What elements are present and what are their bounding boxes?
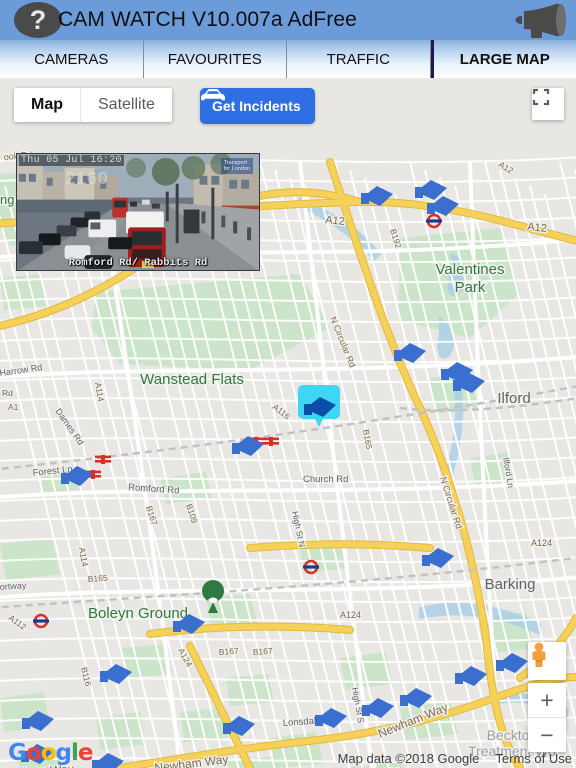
camera-thumbnail[interactable]: Transport for London Thu 05 Jul 16:20 21…	[16, 153, 260, 271]
map-road-label: A124	[340, 610, 361, 620]
map-canvas[interactable]: ook Rdng ForestA113A12A12A12A12B192N Cir…	[0, 78, 576, 768]
map-data-text: Map data ©2018 Google	[337, 751, 480, 766]
tab-bar: CAMERAS FAVOURITES TRAFFIC LARGE MAP	[0, 40, 576, 78]
google-logo: Google	[8, 740, 93, 766]
zoom-in-button[interactable]: +	[528, 683, 566, 717]
map-road-label: B167	[252, 646, 273, 657]
map-road-label: A12	[325, 214, 346, 228]
zoom-control: + −	[528, 683, 566, 752]
tab-large-map[interactable]: LARGE MAP	[430, 40, 576, 78]
camera-timestamp: Thu 05 Jul 16:20	[19, 155, 124, 166]
map-road-label: ortway	[0, 580, 27, 592]
terms-of-use-link[interactable]: Terms of Use	[495, 751, 572, 766]
map-place-label: Wanstead Flats	[140, 371, 244, 388]
tab-favourites[interactable]: FAVOURITES	[143, 40, 287, 78]
camera-number: 2160	[65, 170, 109, 190]
map-place-label: Boleyn Ground	[88, 605, 188, 622]
tab-traffic[interactable]: TRAFFIC	[287, 40, 431, 78]
camera-location-label: Romford Rd/ Rabbits Rd	[68, 257, 208, 269]
map-road-label: Church Rd	[303, 474, 348, 485]
app-root: ? CAM WATCH V10.007a AdFree CAMERAS FAVO…	[0, 0, 576, 768]
map-road-label: B167	[218, 646, 239, 657]
fullscreen-button[interactable]	[532, 88, 564, 120]
map-road-label: B165	[87, 573, 108, 584]
map-road-label: A1	[8, 402, 19, 412]
map-type-map[interactable]: Map	[14, 88, 81, 122]
map-place-label: Valentines	[436, 261, 505, 278]
map-type-switch: Map Satellite	[14, 88, 172, 122]
map-road-label: Rd	[2, 388, 13, 398]
map-type-satellite[interactable]: Satellite	[81, 88, 172, 122]
help-icon[interactable]: ?	[14, 2, 62, 38]
get-incidents-button[interactable]: Get Incidents	[200, 88, 315, 124]
car-icon	[201, 89, 225, 101]
map-road-label: A12	[527, 221, 548, 235]
map-place-label: Ilford	[497, 390, 530, 407]
tab-cameras[interactable]: CAMERAS	[0, 40, 144, 78]
zoom-out-button[interactable]: −	[528, 718, 566, 752]
map-attribution: Map data ©2018 Google Terms of Use	[338, 751, 572, 766]
megaphone-icon[interactable]	[508, 2, 568, 38]
map-place-label: Park	[455, 279, 486, 296]
map-place-label: Barking	[485, 576, 536, 593]
tfl-watermark: Transport for London	[220, 158, 253, 174]
title-bar: ? CAM WATCH V10.007a AdFree	[0, 0, 576, 40]
street-view-pegman-icon	[532, 642, 546, 667]
street-view-pegman-button[interactable]	[528, 642, 566, 680]
fullscreen-icon	[532, 88, 550, 106]
map-place-label: Beckto	[487, 727, 530, 743]
app-title: CAM WATCH V10.007a AdFree	[58, 8, 357, 31]
map-road-label: A124	[531, 538, 552, 548]
